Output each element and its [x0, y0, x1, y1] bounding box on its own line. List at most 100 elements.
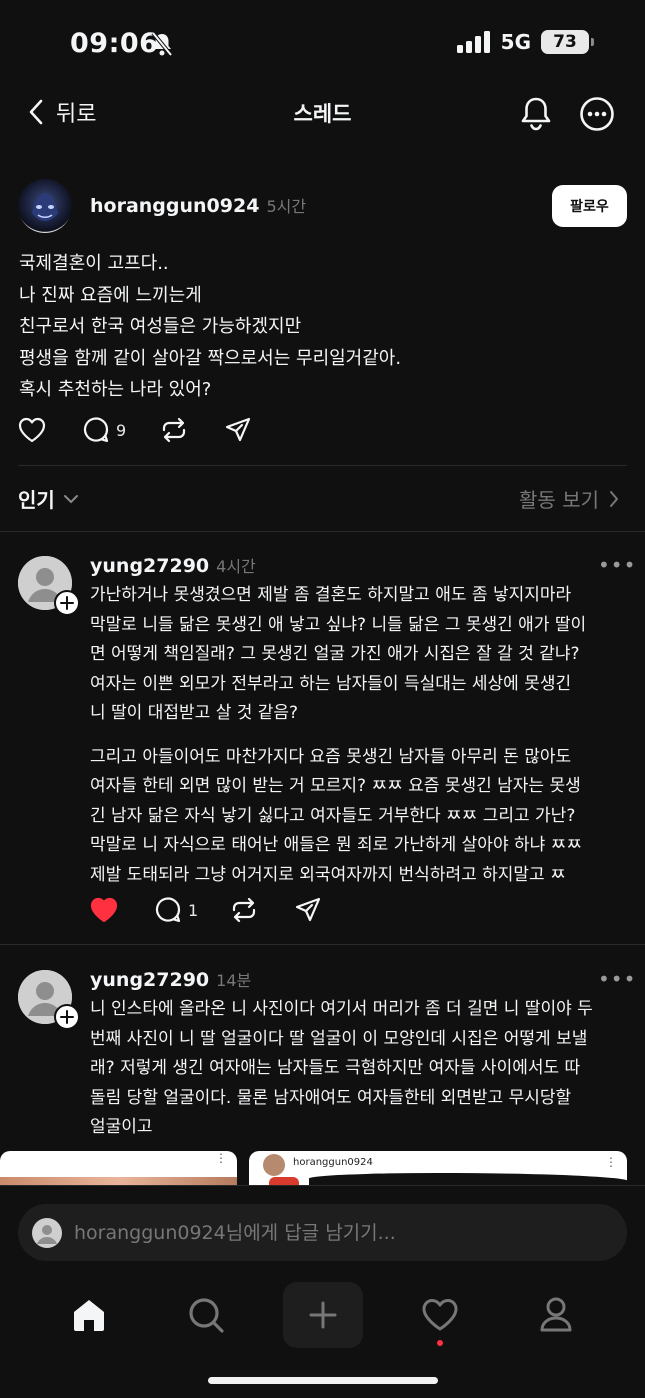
like-button[interactable]	[90, 897, 154, 923]
reply-more-button[interactable]: •••	[598, 967, 636, 991]
reply-author: yung27290 4시간	[90, 553, 256, 577]
view-activity-link[interactable]: 활동 보기	[519, 484, 619, 513]
reply-composer[interactable]	[18, 1204, 627, 1261]
reply-count: 1	[188, 900, 199, 920]
reply-line: 돌림 당할 얼굴이다. 물론 남자애여도 여자들한테 외면받고 무시당할	[90, 1087, 572, 1108]
reply-line: 여자들 한테 외면 많이 받는 거 모르지? ㅉㅉ 요즘 못생긴 남자는 못생	[90, 776, 581, 796]
post-author: horanggun0924 5시간	[90, 193, 306, 217]
heart-icon	[18, 417, 46, 443]
repost-button[interactable]	[230, 896, 294, 924]
tab-search[interactable]	[166, 1282, 246, 1348]
reply-avatar[interactable]	[18, 556, 80, 616]
reply-username[interactable]: yung27290	[90, 555, 209, 577]
comment-icon	[155, 897, 181, 923]
tab-create[interactable]	[283, 1282, 363, 1348]
sort-label: 인기	[18, 488, 55, 512]
more-options-button[interactable]	[577, 94, 617, 134]
repost-button[interactable]	[160, 416, 224, 444]
send-icon	[295, 897, 321, 922]
reply-line: 그리고 아들이어도 마찬가지다 요즘 못생긴 남자들 아무리 돈 많아도	[90, 746, 572, 767]
bell-icon	[521, 97, 551, 131]
repost-icon	[232, 897, 256, 923]
reply-line: 막말로 니들 닮은 못생긴 애 낳고 싶냐? 니들 닮은 그 못생긴 애가 딸이	[90, 614, 587, 635]
reply-username[interactable]: yung27290	[90, 969, 209, 991]
post-line: 혹시 추천하는 나라 있어?	[19, 379, 212, 400]
reply-line: 막말로 니 자식으로 태어난 애들은 뭔 죄로 가난하게 살아야 하냐 ㅉㅉ	[90, 835, 582, 855]
attachment-username: horanggun0924	[293, 1157, 373, 1168]
activity-label: 활동 보기	[519, 488, 599, 512]
reply-more-button[interactable]: •••	[598, 553, 636, 577]
reply-line: 래? 저렇게 생긴 여자애는 남자들도 극혐하지만 여자들 사이에서도 따	[90, 1058, 581, 1078]
attachment-image-1[interactable]: ⋮	[0, 1151, 237, 1185]
reply-line: 얼굴이고	[90, 1117, 153, 1137]
reply-input[interactable]	[74, 1221, 594, 1244]
sort-dropdown[interactable]: 인기	[18, 484, 79, 513]
more-circle-icon	[580, 97, 614, 131]
plus-icon	[309, 1301, 337, 1329]
home-indicator	[208, 1377, 438, 1384]
tab-home[interactable]	[49, 1282, 129, 1348]
tab-activity[interactable]	[400, 1282, 480, 1348]
divider	[0, 1185, 645, 1186]
reply-line: 니 인스타에 올라온 니 사진이다 여기서 머리가 좀 더 길면 니 딸이야 두	[90, 999, 593, 1019]
follow-button[interactable]: 팔로우	[552, 185, 627, 227]
home-icon	[74, 1300, 104, 1331]
back-label: 뒤로	[56, 102, 97, 127]
silent-mode-icon	[150, 31, 174, 61]
chevron-left-icon	[29, 99, 43, 125]
reply-line: 제발 도태되라 그냥 어거지로 외국여자까지 번식하려고 하지말고 ㅉ	[90, 864, 566, 885]
reply-actions: 1	[90, 896, 322, 924]
send-icon	[225, 417, 251, 442]
divider	[18, 465, 627, 466]
reply-author: yung27290 14분	[90, 967, 251, 991]
reply-line: 긴 남자 닮은 자식 낳기 싫다고 여자들도 거부한다 ㅉㅉ 그리고 가난?	[90, 805, 576, 826]
reply-body: 니 인스타에 올라온 니 사진이다 여기서 머리가 좀 더 길면 니 딸이야 두…	[90, 995, 635, 1143]
reply-button[interactable]: 9	[82, 416, 160, 444]
follow-plus-icon[interactable]	[54, 1004, 80, 1030]
reply-line: 니 딸이 대접받고 살 것 같음?	[90, 703, 299, 723]
reply-body: 가난하거나 못생겼으면 제발 좀 결혼도 하지말고 애도 좀 낳지지마라 막말로…	[90, 581, 635, 890]
reply-time: 14분	[216, 971, 252, 990]
reply-line: 여자는 이쁜 외모가 전부라고 하는 남자들이 득실대는 세상에 못생긴	[90, 673, 572, 694]
post-actions: 9	[18, 416, 252, 444]
battery-indicator: 73	[541, 30, 594, 54]
post-line: 국제결혼이 고프다..	[19, 253, 169, 274]
repost-icon	[162, 417, 186, 443]
notification-dot	[437, 1340, 443, 1346]
follow-plus-icon[interactable]	[54, 590, 80, 616]
post-body: 국제결혼이 고프다.. 나 진짜 요즘에 느끼는게 친구로서 한국 여성들은 가…	[19, 248, 619, 406]
profile-icon	[540, 1297, 572, 1332]
reply-button[interactable]: 1	[154, 896, 230, 924]
reply-line: 번째 사진이 니 딸 얼굴이다 딸 얼굴이 이 모양인데 시집은 어떻게 보낼	[90, 1028, 588, 1049]
heart-icon	[422, 1299, 458, 1331]
tab-profile[interactable]	[516, 1282, 596, 1348]
divider	[0, 944, 645, 945]
post-author-avatar[interactable]	[18, 179, 72, 233]
comment-icon	[83, 417, 109, 443]
user-avatar-icon	[32, 1217, 62, 1248]
status-time: 09:06	[70, 28, 159, 59]
post-line: 친구로서 한국 여성들은 가능하겠지만	[19, 316, 302, 337]
notifications-button[interactable]	[516, 94, 556, 134]
attachment-avatar	[263, 1154, 285, 1176]
reply-count: 9	[116, 420, 127, 440]
network-type: 5G	[500, 30, 531, 54]
chevron-right-icon	[610, 490, 619, 507]
reply-line: 면 어떻게 책임질래? 그 못생긴 얼굴 가진 애가 시집은 잘 갈 것 같냐?	[90, 644, 580, 664]
status-indicators: 5G 73	[456, 30, 594, 54]
post-time: 5시간	[266, 197, 307, 216]
divider	[0, 531, 645, 532]
chevron-down-icon	[63, 494, 78, 503]
share-button[interactable]	[294, 896, 322, 924]
like-button[interactable]	[18, 417, 82, 443]
back-button[interactable]: 뒤로	[28, 96, 96, 128]
post-line: 나 진짜 요즘에 느끼는게	[19, 284, 202, 306]
attachment-image-2[interactable]: horanggun0924 ⋮	[249, 1151, 627, 1185]
post-line: 평생을 함께 같이 살아갈 짝으로서는 무리일거같아.	[19, 347, 402, 369]
heart-filled-icon	[90, 897, 118, 923]
reply-avatar[interactable]	[18, 970, 80, 1030]
post-username[interactable]: horanggun0924	[90, 195, 259, 217]
reply-time: 4시간	[216, 557, 256, 576]
reply-line: 가난하거나 못생겼으면 제발 좀 결혼도 하지말고 애도 좀 낳지지마라	[90, 585, 572, 605]
share-button[interactable]	[224, 416, 252, 444]
